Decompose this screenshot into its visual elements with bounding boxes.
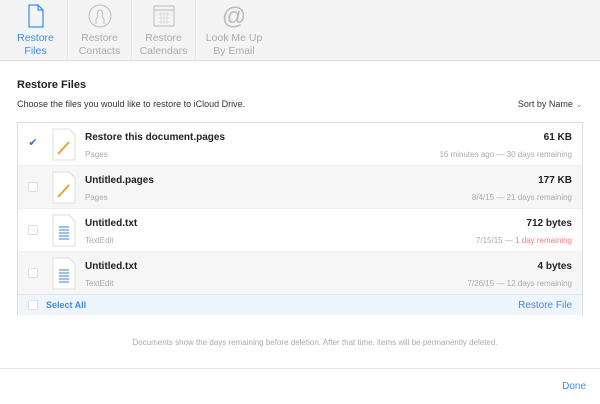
tab-label: By Email	[213, 45, 255, 57]
tab-label: Look Me Up	[205, 32, 263, 44]
file-size: 177 KB	[538, 175, 572, 186]
restore-file-button[interactable]: Restore File	[518, 300, 572, 311]
pages-file-icon	[52, 128, 76, 160]
chevron-down-icon: ⌄	[575, 99, 583, 109]
file-list: ✔ Restore this document.pages Pages 61 K…	[17, 122, 583, 315]
checkbox[interactable]: ✔	[28, 138, 38, 149]
pages-file-icon	[52, 171, 76, 203]
file-row[interactable]: ✔ Restore this document.pages Pages 61 K…	[18, 123, 582, 166]
file-name: Untitled.txt	[85, 261, 138, 272]
tab-restore-files[interactable]: Restore Files	[4, 0, 68, 61]
tab-label: Restore	[145, 32, 182, 44]
document-icon	[27, 4, 44, 28]
tab-label: Contacts	[78, 45, 121, 57]
at-icon: @	[222, 4, 246, 28]
list-footer: Select All Restore File	[18, 294, 582, 315]
file-row[interactable]: Untitled.txt TextEdit 712 bytes 7/15/15 …	[18, 209, 582, 252]
page-title: Restore Files	[17, 79, 87, 91]
text-file-icon	[52, 257, 76, 289]
tab-restore-contacts[interactable]: Restore Contacts	[68, 0, 132, 61]
contact-icon	[88, 4, 111, 28]
select-all-button[interactable]: Select All	[46, 300, 86, 310]
divider	[0, 368, 600, 369]
deletion-note: Documents show the days remaining before…	[132, 338, 498, 347]
tab-restore-calendars[interactable]: Restore Calendars	[132, 0, 196, 61]
file-row[interactable]: Untitled.txt TextEdit 4 bytes 7/26/15 — …	[18, 252, 582, 294]
tab-label: Files	[24, 45, 47, 57]
checkbox[interactable]	[28, 225, 38, 235]
tab-label: Calendars	[139, 45, 188, 57]
sort-label: Sort by Name	[517, 99, 573, 109]
file-row[interactable]: Untitled.pages Pages 177 KB 8/4/15 — 21 …	[18, 166, 582, 209]
tab-look-me-up[interactable]: @ Look Me Up By Email	[196, 0, 272, 61]
file-size: 61 KB	[543, 132, 572, 143]
file-meta: 7/15/15 — 1 day remaining	[475, 236, 572, 245]
file-app: Pages	[85, 193, 108, 202]
file-name: Restore this document.pages	[85, 132, 226, 143]
file-size: 4 bytes	[537, 261, 572, 272]
file-meta: 7/26/15 — 12 days remaining	[467, 279, 572, 288]
file-size: 712 bytes	[526, 218, 572, 229]
select-all-checkbox[interactable]	[28, 300, 38, 310]
file-app: TextEdit	[85, 279, 114, 288]
file-app: Pages	[85, 150, 108, 159]
file-app: TextEdit	[85, 236, 114, 245]
tab-label: Restore	[17, 32, 54, 44]
sort-dropdown[interactable]: Sort by Name ⌄	[518, 99, 583, 110]
checkbox[interactable]	[28, 268, 38, 278]
done-button[interactable]: Done	[562, 381, 586, 392]
tab-label: Restore	[81, 32, 118, 44]
calendar-icon	[153, 5, 174, 27]
page-subtitle: Choose the files you would like to resto…	[17, 99, 246, 109]
file-meta: 8/4/15 — 21 days remaining	[471, 193, 572, 202]
svg-text:@: @	[222, 4, 246, 28]
text-file-icon	[52, 214, 76, 246]
file-meta: 16 minutes ago — 30 days remaining	[439, 150, 572, 159]
toolbar: Restore Files Restore Contacts Restore C…	[0, 0, 600, 61]
file-name: Untitled.pages	[85, 175, 154, 186]
checkbox[interactable]	[28, 182, 38, 192]
file-name: Untitled.txt	[85, 218, 138, 229]
